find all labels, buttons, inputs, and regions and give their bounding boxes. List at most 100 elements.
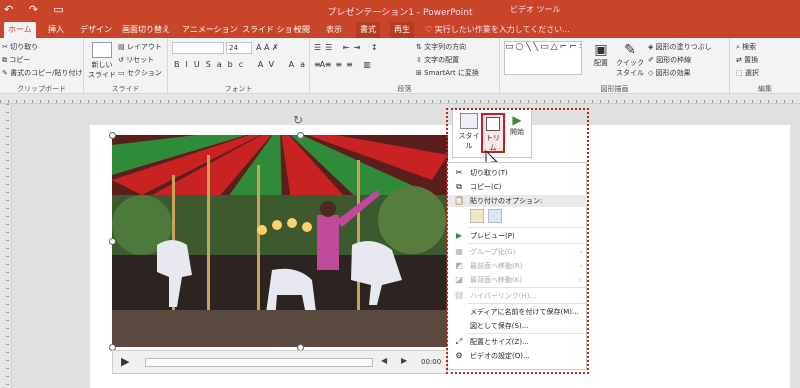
replace-icon: ⇄ <box>736 56 745 64</box>
font-name-box[interactable] <box>172 42 224 54</box>
resize-handle-top[interactable] <box>297 132 304 139</box>
tab-playback[interactable]: 再生 <box>390 22 414 38</box>
smartart-button[interactable]: ⊞ SmartArt に変換 <box>416 68 479 78</box>
scissors-icon: ✂ <box>2 43 11 51</box>
find-label: 検索 <box>742 43 757 51</box>
text-direction-label: 文字列の方向 <box>424 43 467 51</box>
video-player-bar: ▶ ◀ ▶ 00:00 <box>112 350 448 374</box>
play-icon[interactable]: ▶ <box>121 355 133 369</box>
font-group-label: フォント <box>224 85 253 93</box>
slides-group: 新しい スライド ▤ レイアウト ↺ リセット ▭ セクション スライド <box>84 38 168 94</box>
smartart-label: SmartArt に変換 <box>424 69 479 77</box>
video-frame[interactable] <box>112 135 448 347</box>
progress-track[interactable] <box>145 358 373 367</box>
text-direction-button[interactable]: ⇅ 文字列の方向 <box>416 42 466 52</box>
new-slide-button[interactable]: 新しい スライド <box>88 42 116 80</box>
select-button[interactable]: ⬚ 選択 <box>736 68 759 78</box>
arrange-button[interactable]: ▣ 配置 <box>590 42 612 68</box>
tab-home[interactable]: ホーム <box>4 22 36 38</box>
horizontal-ruler <box>0 94 800 104</box>
smartart-icon: ⊞ <box>416 69 425 77</box>
lightbulb-icon: ♡ <box>425 25 435 34</box>
editing-group-label: 編集 <box>758 85 772 93</box>
cut-label: 切り取り <box>10 43 39 51</box>
find-button[interactable]: ⌕ 検索 <box>736 42 756 52</box>
brush-icon: ✎ <box>2 69 11 77</box>
font-size-box[interactable]: 24 <box>226 42 252 54</box>
shape-outline-label: 図形の枠線 <box>656 56 692 64</box>
replace-label: 置換 <box>744 56 759 64</box>
section-icon: ▭ <box>118 69 127 77</box>
cut-button[interactable]: ✂ 切り取り <box>2 42 38 52</box>
layout-button[interactable]: ▤ レイアウト <box>118 42 162 52</box>
copy-button[interactable]: ⧉ コピー <box>2 55 30 65</box>
shape-effects-button[interactable]: ◇ 図形の効果 <box>648 68 691 78</box>
paint-bucket-icon: ◈ <box>648 43 656 51</box>
new-slide-label: 新しい スライド <box>88 61 116 79</box>
ribbon: ✂ 切り取り ⧉ コピー ✎ 書式のコピー/貼り付け クリップボード 新しい ス… <box>0 38 800 94</box>
tab-design[interactable]: デザイン <box>76 22 116 38</box>
pen-icon: ✐ <box>648 56 657 64</box>
step-forward-icon[interactable]: ▶ <box>401 356 407 365</box>
title-bar: ↶ ↷ ▭ プレゼンテーション1 - PowerPoint ビデオ ツール <box>0 0 800 22</box>
align-text-label: 文字の配置 <box>424 56 460 64</box>
shape-fill-button[interactable]: ◈ 図形の塗りつぶし <box>648 42 712 52</box>
align-text-icon: ⇳ <box>416 56 425 64</box>
drawing-group: ▭○╲╲▭△⌐⌐⊃⊂⟶↓☆{} ▣ 配置 ✎ クイック スタイル ◈ 図形の塗り… <box>500 38 730 94</box>
format-painter-label: 書式のコピー/貼り付け <box>10 69 83 77</box>
font-style-buttons[interactable]: BIUSabc AV Aa A <box>174 60 331 69</box>
reset-button[interactable]: ↺ リセット <box>118 55 154 65</box>
tab-format[interactable]: 書式 <box>356 22 380 38</box>
editing-group: ⌕ 検索 ⇄ 置換 ⬚ 選択 編集 <box>730 38 800 94</box>
select-label: 選択 <box>744 69 759 77</box>
resize-handle-left[interactable] <box>109 238 116 245</box>
tab-view[interactable]: 表示 <box>322 22 346 38</box>
clipboard-group-label: クリップボード <box>17 85 66 93</box>
shape-effects-label: 図形の効果 <box>655 69 691 77</box>
shape-outline-button[interactable]: ✐ 図形の枠線 <box>648 55 691 65</box>
text-direction-icon: ⇅ <box>416 43 425 51</box>
vertical-ruler <box>0 104 12 388</box>
tab-transitions[interactable]: 画面切り替え <box>118 22 174 38</box>
paragraph-group-label: 段落 <box>397 85 412 93</box>
tell-me-text: 実行したい作業を入力してください... <box>434 25 570 34</box>
select-icon: ⬚ <box>736 69 745 77</box>
shapes-gallery[interactable]: ▭○╲╲▭△⌐⌐⊃⊂⟶↓☆{} <box>504 41 582 75</box>
tell-me-box[interactable]: ♡ 実行したい作業を入力してください... <box>425 24 570 35</box>
lights-decoration <box>252 139 292 157</box>
replace-button[interactable]: ⇄ 置換 <box>736 55 758 65</box>
layout-label: レイアウト <box>126 43 162 51</box>
align-buttons[interactable]: ≡≡≡≡ ▥ <box>314 60 375 69</box>
align-text-button[interactable]: ⇳ 文字の配置 <box>416 55 459 65</box>
resize-handle-top-left[interactable] <box>109 132 116 139</box>
format-painter-button[interactable]: ✎ 書式のコピー/貼り付け <box>2 68 82 78</box>
section-button[interactable]: ▭ セクション <box>118 68 162 78</box>
time-display: 00:00 <box>421 358 442 366</box>
reset-icon: ↺ <box>118 56 127 64</box>
tab-review[interactable]: 校閲 <box>290 22 314 38</box>
font-group: 24 A A ✗ BIUSabc AV Aa A フォント <box>168 38 325 94</box>
section-label: セクション <box>126 69 162 77</box>
arrange-icon: ▣ <box>594 42 608 58</box>
font-size-buttons[interactable]: A A ✗ <box>256 43 279 52</box>
copy-label: コピー <box>9 56 31 64</box>
new-slide-icon <box>92 42 112 58</box>
list-buttons[interactable]: ☰☰ ⇤⇥ ↕ <box>314 43 382 52</box>
layout-icon: ▤ <box>118 43 127 51</box>
ribbon-tabs: ホーム 挿入 デザイン 画面切り替え アニメーション スライド ショー 校閲 表… <box>0 22 800 38</box>
clipboard-group: ✂ 切り取り ⧉ コピー ✎ 書式のコピー/貼り付け クリップボード <box>0 38 84 94</box>
quick-styles-icon: ✎ <box>624 42 636 58</box>
rotate-handle-icon[interactable]: ↻ <box>293 113 307 127</box>
paragraph-group: ☰☰ ⇤⇥ ↕ ≡≡≡≡ ▥ ⇅ 文字列の方向 ⇳ 文字の配置 ⊞ SmartA… <box>310 38 500 94</box>
step-back-icon[interactable]: ◀ <box>381 356 387 365</box>
tab-animations[interactable]: アニメーション <box>178 22 242 38</box>
tab-insert[interactable]: 挿入 <box>44 22 68 38</box>
quick-styles-label: クイック スタイル <box>616 59 644 77</box>
arrange-label: 配置 <box>594 59 608 67</box>
quick-styles-button[interactable]: ✎ クイック スタイル <box>616 42 644 78</box>
drawing-group-label: 図形描画 <box>600 85 629 93</box>
highlight-outline <box>446 108 589 374</box>
effects-icon: ◇ <box>648 69 656 77</box>
window-title: プレゼンテーション1 - PowerPoint <box>327 8 473 18</box>
reset-label: リセット <box>126 56 155 64</box>
